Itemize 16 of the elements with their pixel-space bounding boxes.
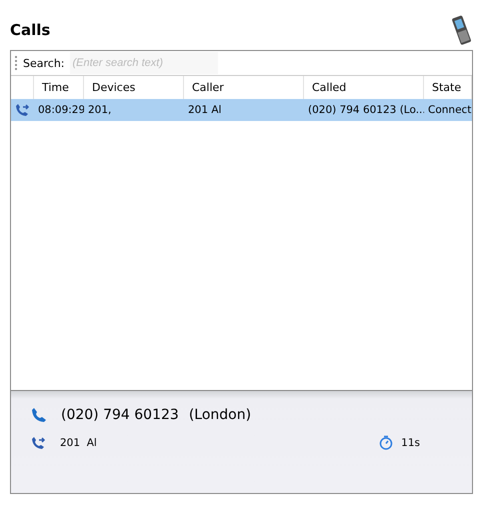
table-cell-text: 201, [87, 104, 112, 116]
page-title: Calls [10, 21, 50, 39]
grip-icon [15, 55, 18, 71]
search-label: Search: [23, 56, 64, 70]
stopwatch-icon [379, 435, 394, 450]
called-number: (020) 794 60123 [61, 407, 179, 423]
table-cell-text: Connect [427, 104, 472, 116]
phone-icon [31, 407, 47, 423]
outgoing-call-icon [31, 436, 46, 450]
caller-name: 201 Al [60, 436, 97, 448]
table-cell-text: 08:09:29 [37, 104, 84, 116]
search-field[interactable]: (Enter search text) [70, 52, 218, 74]
table-cell-text: 201 Al [187, 104, 222, 116]
called-place: (London) [188, 407, 252, 423]
call-duration: 11s [401, 436, 420, 448]
call-icon [15, 103, 30, 117]
